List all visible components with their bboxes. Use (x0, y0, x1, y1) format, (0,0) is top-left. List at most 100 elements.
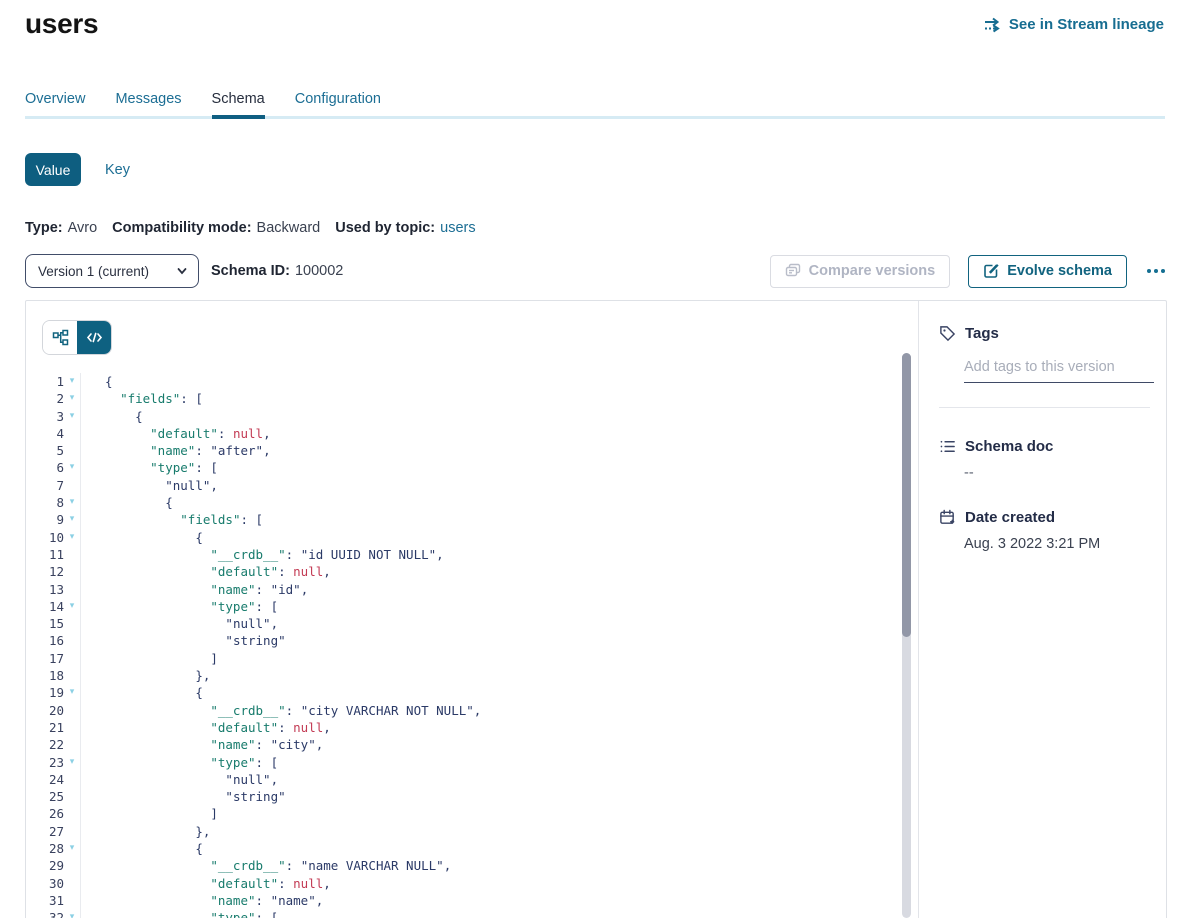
code-text: "default": null, (81, 719, 331, 736)
schema-id-label: Schema ID: (211, 263, 290, 279)
topic-link[interactable]: users (440, 220, 475, 236)
code-line: 9▾ "fields": [ (26, 511, 904, 528)
code-text: "name": "city", (81, 736, 323, 753)
fold-spacer (64, 615, 80, 632)
code-lines[interactable]: 1▾{2▾ "fields": [3▾ {4 "default": null,5… (26, 373, 904, 918)
line-number: 25 (26, 788, 64, 805)
date-created-title: Date created (965, 509, 1055, 526)
code-text: { (81, 494, 173, 511)
fold-spacer (64, 771, 80, 788)
evolve-schema-label: Evolve schema (1007, 263, 1112, 279)
tab-overview[interactable]: Overview (25, 89, 85, 116)
code-line: 1▾{ (26, 373, 904, 390)
fold-toggle-icon[interactable]: ▾ (64, 373, 80, 390)
tree-view-button[interactable] (43, 321, 77, 354)
fold-spacer (64, 667, 80, 684)
tags-section-header: Tags (939, 325, 1150, 342)
more-options-button[interactable] (1145, 265, 1167, 277)
fold-spacer (64, 477, 80, 494)
code-view-button[interactable] (77, 321, 111, 354)
code-text: "__crdb__": "city VARCHAR NOT NULL", (81, 702, 481, 719)
fold-spacer (64, 632, 80, 649)
code-text: "name": "after", (81, 442, 271, 459)
tab-configuration[interactable]: Configuration (295, 89, 381, 116)
code-line: 3▾ { (26, 408, 904, 425)
line-number: 30 (26, 875, 64, 892)
page-title: users (25, 8, 98, 40)
tab-messages[interactable]: Messages (115, 89, 181, 116)
line-number: 17 (26, 650, 64, 667)
fold-spacer (64, 805, 80, 822)
fold-toggle-icon[interactable]: ▾ (64, 754, 80, 771)
value-key-toggle: Value Key (25, 153, 130, 186)
code-text: "type": [ (81, 598, 278, 615)
used-by-topic-label: Used by topic: (335, 220, 435, 236)
schema-editor-pane: 1▾{2▾ "fields": [3▾ {4 "default": null,5… (26, 301, 918, 918)
line-number: 13 (26, 581, 64, 598)
line-number: 2 (26, 390, 64, 407)
fold-spacer (64, 563, 80, 580)
fold-toggle-icon[interactable]: ▾ (64, 529, 80, 546)
code-line: 11 "__crdb__": "id UUID NOT NULL", (26, 546, 904, 563)
code-text: "string" (81, 632, 286, 649)
schema-id-value: 100002 (295, 263, 343, 279)
fold-toggle-icon[interactable]: ▾ (64, 408, 80, 425)
code-text: ] (81, 805, 218, 822)
sidebar-divider (939, 407, 1150, 408)
code-text: { (81, 373, 113, 390)
fold-toggle-icon[interactable]: ▾ (64, 909, 80, 918)
fold-toggle-icon[interactable]: ▾ (64, 390, 80, 407)
title-row: users See in Stream lineage (25, 8, 1164, 40)
stream-lineage-link[interactable]: See in Stream lineage (984, 16, 1164, 33)
type-value: Avro (68, 220, 98, 236)
fold-spacer (64, 425, 80, 442)
date-created-value: Aug. 3 2022 3:21 PM (964, 536, 1150, 552)
code-line: 12 "default": null, (26, 563, 904, 580)
tree-view-icon (52, 329, 69, 346)
fold-toggle-icon[interactable]: ▾ (64, 511, 80, 528)
code-line: 22 "name": "city", (26, 736, 904, 753)
fold-toggle-icon[interactable]: ▾ (64, 840, 80, 857)
code-line: 24 "null", (26, 771, 904, 788)
line-number: 20 (26, 702, 64, 719)
fold-toggle-icon[interactable]: ▾ (64, 494, 80, 511)
code-line: 23▾ "type": [ (26, 754, 904, 771)
code-text: "string" (81, 788, 286, 805)
line-number: 7 (26, 477, 64, 494)
code-text: "type": [ (81, 909, 278, 918)
evolve-schema-button[interactable]: Evolve schema (968, 255, 1127, 288)
line-number: 24 (26, 771, 64, 788)
code-text: "default": null, (81, 425, 271, 442)
code-text: ] (81, 650, 218, 667)
code-text: { (81, 529, 203, 546)
fold-toggle-icon[interactable]: ▾ (64, 684, 80, 701)
compare-versions-button[interactable]: Compare versions (770, 255, 951, 288)
code-line: 19▾ { (26, 684, 904, 701)
fold-spacer (64, 875, 80, 892)
code-line: 13 "name": "id", (26, 581, 904, 598)
tab-schema[interactable]: Schema (212, 89, 265, 116)
code-line: 28▾ { (26, 840, 904, 857)
editor-scrollbar-thumb[interactable] (902, 353, 911, 637)
type-label: Type: (25, 220, 63, 236)
fold-toggle-icon[interactable]: ▾ (64, 598, 80, 615)
code-line: 2▾ "fields": [ (26, 390, 904, 407)
code-line: 15 "null", (26, 615, 904, 632)
value-toggle-button[interactable]: Value (25, 153, 81, 186)
line-number: 29 (26, 857, 64, 874)
line-number: 23 (26, 754, 64, 771)
fold-spacer (64, 650, 80, 667)
code-line: 6▾ "type": [ (26, 459, 904, 476)
key-toggle-button[interactable]: Key (105, 162, 130, 178)
code-text: }, (81, 667, 210, 684)
code-line: 10▾ { (26, 529, 904, 546)
line-number: 27 (26, 823, 64, 840)
code-text: "null", (81, 771, 278, 788)
tags-input[interactable] (964, 355, 1154, 383)
code-text: { (81, 684, 203, 701)
code-line: 27 }, (26, 823, 904, 840)
code-line: 32▾ "type": [ (26, 909, 904, 918)
version-select[interactable]: Version 1 (current) (25, 254, 199, 288)
fold-toggle-icon[interactable]: ▾ (64, 459, 80, 476)
schema-doc-title: Schema doc (965, 438, 1053, 455)
